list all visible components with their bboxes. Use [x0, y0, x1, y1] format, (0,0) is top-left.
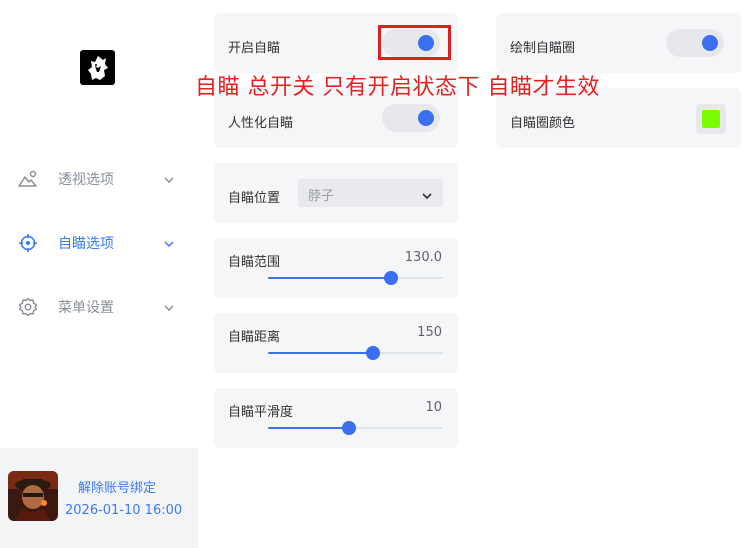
sidebar-item-label: 透视选项: [58, 172, 114, 188]
chevron-down-icon: [162, 300, 176, 314]
toggle-knob: [418, 110, 434, 126]
sidebar-item-label: 自瞄选项: [58, 236, 114, 252]
account-panel: 解除账号绑定 2026-01-10 16:00: [0, 448, 198, 548]
sidebar: 透视选项 自瞄选项 菜单设置 解除账号绑定 2026-01-10 16:00: [0, 0, 198, 548]
wolf-logo-icon: [80, 50, 115, 85]
aim-distance-value: 150: [417, 325, 442, 340]
slider-thumb[interactable]: [341, 421, 356, 435]
aim-smooth-slider[interactable]: [268, 421, 443, 435]
aim-range-card: 自瞄范围 130.0: [214, 238, 458, 298]
humanize-toggle[interactable]: [382, 104, 440, 132]
annotation-text: 自瞄 总开关 只有开启状态下 自瞄才生效: [195, 75, 600, 100]
slider-thumb[interactable]: [383, 271, 398, 285]
draw-circle-card: 绘制自瞄圈: [496, 13, 741, 73]
sidebar-item-esp[interactable]: 透视选项: [0, 159, 198, 199]
aim-range-slider[interactable]: [268, 271, 443, 285]
slider-fill: [268, 277, 391, 279]
aim-position-value: 脖子: [308, 189, 335, 204]
crosshair-icon: [18, 233, 38, 253]
circle-color-picker[interactable]: [696, 104, 726, 134]
aim-distance-card: 自瞄距离 150: [214, 313, 458, 373]
slider-thumb[interactable]: [366, 346, 380, 360]
aim-range-label: 自瞄范围: [228, 255, 281, 270]
slider-fill: [268, 352, 373, 354]
chevron-down-icon: [162, 236, 176, 250]
chevron-down-icon: [162, 172, 176, 186]
sidebar-item-menu-settings[interactable]: 菜单设置: [0, 287, 198, 327]
annotation-highlight-box: [378, 25, 451, 60]
circle-color-label: 自瞄圈颜色: [510, 116, 576, 131]
aim-smooth-label: 自瞄平滑度: [228, 405, 294, 420]
expire-time: 2026-01-10 16:00: [65, 503, 183, 518]
aim-position-label: 自瞄位置: [228, 191, 281, 206]
aim-position-card: 自瞄位置 脖子: [214, 163, 458, 223]
aimbot-enable-label: 开启自瞄: [228, 41, 281, 56]
aim-distance-label: 自瞄距离: [228, 330, 281, 345]
aim-position-select[interactable]: 脖子: [298, 179, 443, 207]
slider-fill: [268, 427, 349, 429]
color-swatch: [702, 110, 720, 128]
aim-smooth-card: 自瞄平滑度 10: [214, 388, 458, 448]
chevron-down-icon: [421, 187, 433, 200]
mountain-person-icon: [18, 169, 38, 189]
sidebar-item-aimbot[interactable]: 自瞄选项: [0, 223, 198, 263]
avatar: [8, 471, 58, 521]
draw-circle-toggle[interactable]: [666, 29, 724, 57]
draw-circle-label: 绘制自瞄圈: [510, 41, 576, 56]
gear-icon: [18, 297, 38, 317]
aim-range-value: 130.0: [404, 250, 442, 265]
aim-distance-slider[interactable]: [268, 346, 443, 360]
humanize-label: 人性化自瞄: [228, 116, 294, 131]
toggle-knob: [702, 35, 718, 51]
aim-smooth-value: 10: [425, 400, 442, 415]
sidebar-item-label: 菜单设置: [58, 300, 114, 316]
unbind-account-link[interactable]: 解除账号绑定: [78, 477, 156, 496]
app-window: 透视选项 自瞄选项 菜单设置 解除账号绑定 2026-01-10 16:00 开…: [0, 0, 747, 548]
